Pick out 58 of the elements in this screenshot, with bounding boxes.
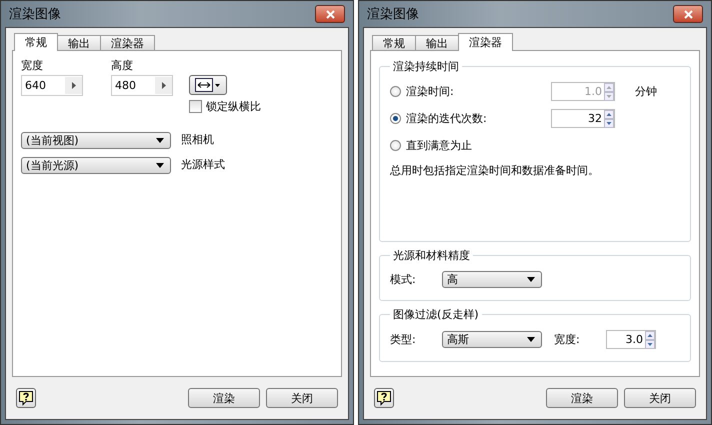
dropdown[interactable]: 高斯 [442, 331, 542, 348]
dropdown[interactable]: 高 [442, 271, 542, 288]
dropdown-arrow-icon [527, 277, 535, 282]
tab[interactable]: 渲染器 [458, 33, 513, 51]
close-button[interactable] [673, 5, 703, 23]
checkbox-label: 锁定纵横比 [206, 99, 261, 114]
close-icon [684, 10, 692, 18]
mode-label: 模式: [390, 272, 417, 287]
arrow-right-icon [162, 82, 166, 89]
dropdown-arrow-icon [156, 163, 164, 168]
fit-dropdown-button[interactable] [189, 75, 227, 95]
dropdown-label: 照相机 [181, 132, 214, 147]
spin-field[interactable]: 3.0 [606, 330, 656, 349]
dropdown-arrow-icon [527, 337, 535, 342]
help-icon [376, 390, 392, 406]
width-label: 宽度 [21, 59, 44, 72]
help-icon [18, 390, 34, 406]
tab[interactable]: 渲染器 [100, 35, 155, 50]
width-arrows-icon [195, 78, 221, 92]
height-label: 高度 [111, 59, 134, 72]
window-title: 渲染图像 [367, 6, 419, 23]
close-button[interactable] [315, 5, 345, 23]
height-field[interactable]: 480 [111, 75, 173, 96]
radio-button[interactable] [390, 140, 401, 151]
width-field[interactable]: 640 [21, 75, 83, 96]
spin-arrows-icon [604, 82, 614, 100]
radio-label: 直到满意为止 [406, 138, 473, 153]
dialog-button[interactable]: 渲染 [188, 388, 260, 408]
radio-label: 渲染的迭代次数: [406, 111, 488, 126]
checkbox[interactable] [189, 100, 202, 113]
dropdown[interactable]: (当前光源) [21, 157, 171, 174]
unit-label: 分钟 [635, 84, 657, 99]
group-title: 渲染持续时间 [392, 59, 460, 74]
help-button[interactable] [16, 388, 36, 408]
dropdown[interactable]: (当前视图) [21, 132, 171, 149]
radio-label: 渲染时间: [406, 84, 455, 99]
dialog-button[interactable]: 渲染 [546, 388, 618, 408]
spin-arrows-icon [645, 330, 655, 348]
tab[interactable]: 输出 [57, 35, 101, 50]
close-icon [326, 10, 334, 18]
dialog-button[interactable]: 关闭 [266, 388, 338, 408]
tab[interactable]: 常规 [14, 33, 58, 51]
width-label: 宽度: [554, 332, 581, 347]
radio-button[interactable] [390, 113, 401, 124]
arrow-right-icon [72, 82, 76, 89]
group-title: 光源和材料精度 [392, 248, 471, 263]
dropdown-arrow-icon [156, 138, 164, 143]
dialog-button[interactable]: 关闭 [624, 388, 696, 408]
type-label: 类型: [390, 332, 417, 347]
note-text: 总用时包括指定渲染时间和数据准备时间。 [390, 163, 600, 178]
dropdown-label: 光源样式 [181, 157, 225, 172]
tab[interactable]: 常规 [372, 35, 416, 50]
spin-arrows-icon [604, 110, 614, 128]
spin-field[interactable]: 32 [551, 109, 615, 128]
tab[interactable]: 输出 [415, 35, 459, 50]
window-title: 渲染图像 [9, 6, 61, 23]
group-title: 图像过滤(反走样) [392, 307, 480, 322]
help-button[interactable] [374, 388, 394, 408]
